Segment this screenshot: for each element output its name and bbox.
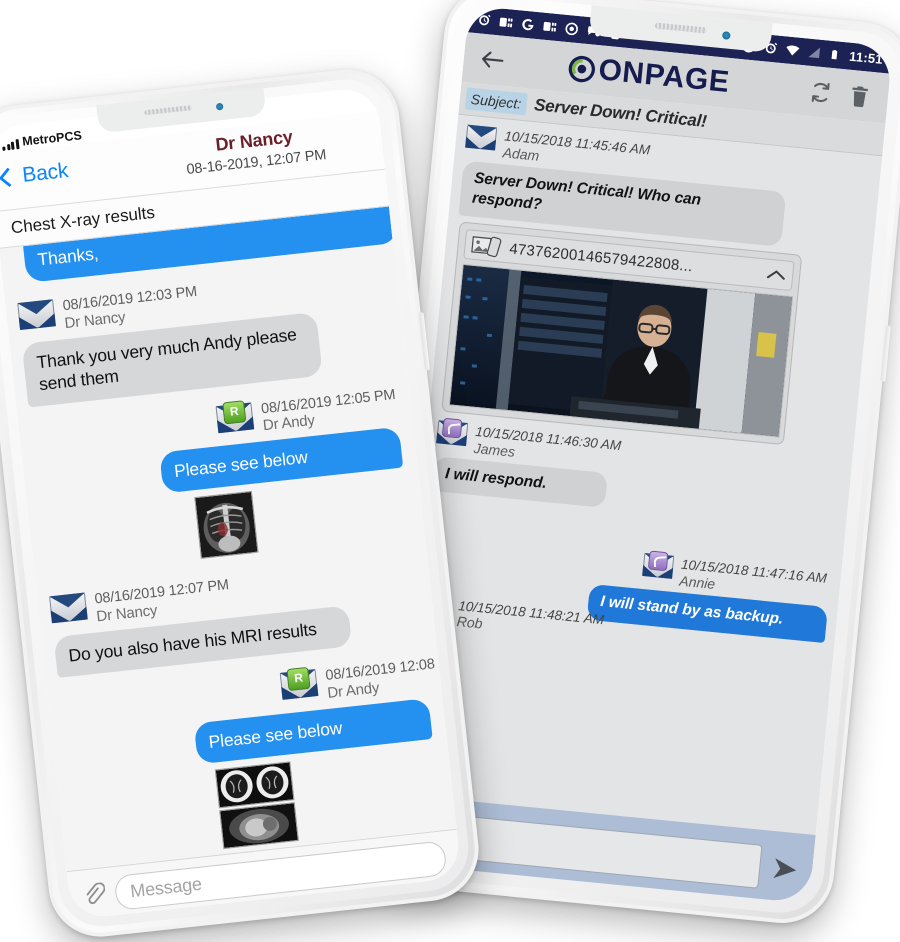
refresh-icon[interactable]: [807, 78, 834, 105]
envelope-icon: R: [215, 399, 255, 433]
back-button[interactable]: Back: [0, 159, 69, 190]
mri-scan-thumbnails[interactable]: [214, 761, 299, 850]
google-icon: [522, 19, 534, 31]
reply-badge: R: [286, 667, 311, 692]
signal-off-icon: [808, 47, 821, 59]
image-attachment-icon: [471, 236, 502, 258]
battery-icon: [831, 50, 838, 60]
trash-icon[interactable]: [846, 82, 873, 109]
message-meta-text: 10/15/2018 11:48:21 AM Rob: [456, 598, 605, 645]
chevron-left-icon: [0, 167, 19, 188]
signal-bars-icon: [2, 139, 20, 151]
paperclip-icon[interactable]: [82, 882, 106, 908]
chevron-up-icon[interactable]: [766, 268, 787, 282]
app-icon: [499, 17, 513, 28]
front-camera: [215, 102, 224, 111]
envelope-reply-icon: [436, 418, 469, 447]
phones-scene: 11:51 ONPAGE Subject: Server Down! Criti…: [0, 0, 900, 942]
app-icon: [543, 21, 557, 32]
wifi-icon: [786, 45, 800, 56]
message-meta-text: 08/16/2019 12:08 Dr Andy: [325, 656, 438, 703]
mri-axial-slice-thumbnail[interactable]: [219, 802, 299, 850]
mri-lung-slices-thumbnail[interactable]: [214, 761, 295, 809]
reply-badge: [647, 550, 669, 572]
envelope-reply-icon: [641, 550, 674, 580]
reply-badge: R: [222, 399, 247, 425]
envelope-icon: R: [280, 667, 319, 701]
ios-message-thread[interactable]: Thanks, 08/16/2019 12:03 PM Dr Nancy Tha…: [0, 206, 457, 872]
circle-icon: [565, 22, 578, 36]
onpage-wordmark: ONPAGE: [597, 53, 732, 99]
send-arrow-icon[interactable]: [769, 855, 801, 884]
back-label: Back: [21, 158, 70, 187]
onpage-swirl-icon: [569, 55, 596, 82]
subject-label: Subject:: [464, 87, 528, 116]
envelope-icon: [465, 124, 498, 151]
attachment-card[interactable]: 47376200146579422808...: [441, 221, 803, 446]
reply-badge: [441, 418, 463, 439]
envelope-icon: [17, 299, 56, 331]
ios-phone: MetroPCS Back Dr Nancy 08-16-2019, 12:07…: [0, 64, 484, 942]
envelope-icon: [49, 592, 88, 624]
message-placeholder: Message: [129, 873, 203, 901]
chest-xray-thumbnail[interactable]: [194, 491, 259, 560]
server-room-technician-photo[interactable]: [448, 264, 794, 438]
